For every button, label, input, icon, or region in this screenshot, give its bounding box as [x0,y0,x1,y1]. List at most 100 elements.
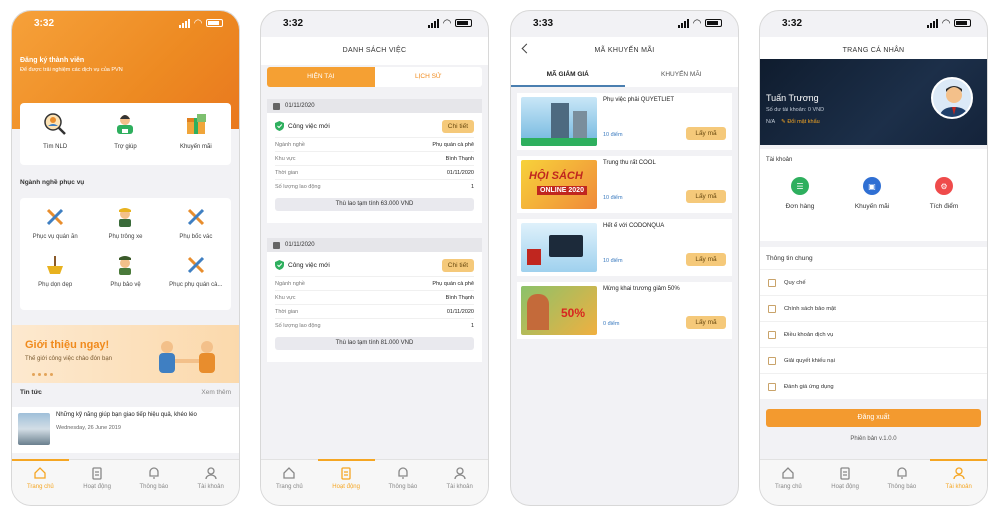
account-section: Tài khoản ☰ Đơn hàng ▣ Khuyến mãi ⚙ Tích đi… [760,149,987,241]
document-icon [768,330,776,339]
promo-item[interactable]: Hết ế với CODONQUA 10 điểm Lấy mã [517,219,732,276]
user-avatar-icon [939,86,969,117]
quick-find-worker[interactable]: Tìm NLD [20,111,90,165]
detail-button[interactable]: Chi tiết [441,119,474,133]
info-item-privacy[interactable]: Chính sách bảo mật [760,295,987,321]
news-item-title: Những kỹ năng giúp bạn giao tiếp hiệu qu… [56,412,197,418]
tab-activity[interactable]: Hoạt động [69,460,126,505]
service-item[interactable]: Phụ bốc vác [161,206,231,254]
tab-discount-codes[interactable]: MÃ GIẢM GIÁ [511,65,625,87]
tab-history[interactable]: LỊCH SỬ [375,67,483,87]
status-bar: 3:32 ◠ [12,11,239,35]
search-worker-icon [44,113,67,135]
points-button[interactable]: ⚙ Tích điểm [908,177,980,210]
wifi-icon: ◠ [942,17,950,29]
battery-icon [954,19,971,27]
services-title: Ngành nghề phục vụ [20,179,85,186]
shield-check-icon [275,121,284,131]
service-item[interactable]: Phụ dọn dẹp [20,254,90,302]
info-item-complaints[interactable]: Giải quyết khiếu nại [760,347,987,373]
tab-current[interactable]: HIỆN TẠI [267,67,375,87]
news-title: Tin tức [20,389,42,396]
status-bar: 3:32 ◠ [760,11,987,35]
tab-account[interactable]: Tài khoản [930,459,987,505]
home-icon [782,467,795,479]
change-password-link[interactable]: ✎ Đổi mật khẩu [781,119,820,125]
job-row: Thời gian 01/11/2020 [275,165,474,179]
job-card: 01/11/2020 Công việc mới Chi tiết Ngành … [267,99,482,223]
get-code-button[interactable]: Lấy mã [686,316,726,329]
service-item[interactable]: Phục vụ quán ăn [20,206,90,254]
status-time: 3:32 [34,17,55,29]
detail-button[interactable]: Chi tiết [441,258,474,272]
tab-account[interactable]: Tài khoản [431,460,488,505]
calendar-icon [273,102,280,110]
gift-icon: ▣ [863,177,881,195]
referral-banner[interactable]: Giới thiệu ngay! Thế giới công việc chào… [12,325,239,383]
general-info-title: Thông tin chung [766,255,813,262]
battery-icon [705,19,722,27]
quick-promo[interactable]: Khuyến mãi [161,111,231,165]
status-time: 3:32 [283,17,304,29]
info-item-rate-app[interactable]: Đánh giá ứng dụng [760,373,987,399]
news-more-link[interactable]: Xem thêm [201,389,231,396]
banner-subtitle: Thế giới công việc chào đón bạn [25,356,112,362]
tab-activity[interactable]: Hoạt động [317,459,375,505]
info-item-terms[interactable]: Điều khoản dịch vụ [760,321,987,347]
job-row: Ngành nghề Phụ quán cà phê [275,276,474,290]
signal-icon [179,18,191,28]
promo-tabs: MÃ GIẢM GIÁ KHUYẾN MÃI [511,65,738,87]
tab-account[interactable]: Tài khoản [182,460,239,505]
wifi-icon: ◠ [194,17,202,29]
tab-notifications[interactable]: Thông báo [874,460,931,505]
job-row: Số lượng lao động 1 [275,179,474,193]
calendar-icon [273,241,280,249]
promo-item[interactable]: HỘI SÁCH ONLINE 2020 Trung thu rất COOL … [517,156,732,213]
tab-home[interactable]: Trang chủ [760,460,817,505]
document-icon [768,304,776,313]
page-title: Danh sách việc [261,37,488,65]
document-icon [768,356,776,365]
tab-activity[interactable]: Hoạt động [817,460,874,505]
job-title: Công việc mới [275,121,330,131]
get-code-button[interactable]: Lấy mã [686,253,726,266]
service-item[interactable]: Phục phụ quán cà... [161,254,231,302]
logout-button[interactable]: Đăng xuất [766,409,981,427]
general-info-section: Thông tin chung Quy chế Chính sách bảo m… [760,247,987,399]
user-icon [204,467,217,480]
news-item[interactable]: Những kỹ năng giúp bạn giao tiếp hiệu qu… [12,407,239,453]
register-title[interactable]: Đăng ký thành viên [20,57,84,64]
guard-icon [119,256,132,275]
account-section-title: Tài khoản [766,157,793,163]
profile-header: Tuấn Trương Số dư tài khoản: 0 VND N/A ✎… [760,59,987,145]
tab-home[interactable]: Trang chủ [12,459,69,505]
promo-image [521,97,597,146]
orders-button[interactable]: ☰ Đơn hàng [764,177,836,210]
banner-pager [32,373,53,376]
promo-item[interactable]: 50% Mừng khai trương giảm 50% 0 điểm Lấy… [517,282,732,339]
tools-icon [187,256,204,274]
get-code-button[interactable]: Lấy mã [686,190,726,203]
get-code-button[interactable]: Lấy mã [686,127,726,140]
status-bar: 3:32 ◠ [261,11,488,35]
tab-notifications[interactable]: Thông báo [375,460,432,505]
tab-home[interactable]: Trang chủ [261,460,318,505]
promo-points: 10 điểm [603,195,623,201]
tools-icon [187,208,204,226]
promotions-button[interactable]: ▣ Khuyến mãi [836,177,908,210]
quick-help[interactable]: Trợ giúp [90,111,160,165]
news-thumbnail [18,413,50,445]
tab-promotions[interactable]: KHUYẾN MÃI [625,65,739,87]
job-salary: Thù lao tạm tính 63.000 VND [275,198,474,211]
info-item-regulations[interactable]: Quy chế [760,269,987,295]
service-item[interactable]: Phụ trông xe [90,206,160,254]
tab-notifications[interactable]: Thông báo [126,460,183,505]
avatar[interactable] [931,77,973,119]
promo-title: Hết ế với CODONQUA [603,223,665,229]
news-item-date: Wednesday, 26 June 2019 [56,425,121,432]
promo-item[interactable]: Phụ việc phải QUYETLIET 10 điểm Lấy mã [517,93,732,150]
services-grid: Phục vụ quán ăn Phụ trông xe Phụ bốc vác… [20,198,231,310]
signal-icon [428,18,440,28]
user-icon [453,467,466,480]
service-item[interactable]: Phụ bảo vệ [90,254,160,302]
